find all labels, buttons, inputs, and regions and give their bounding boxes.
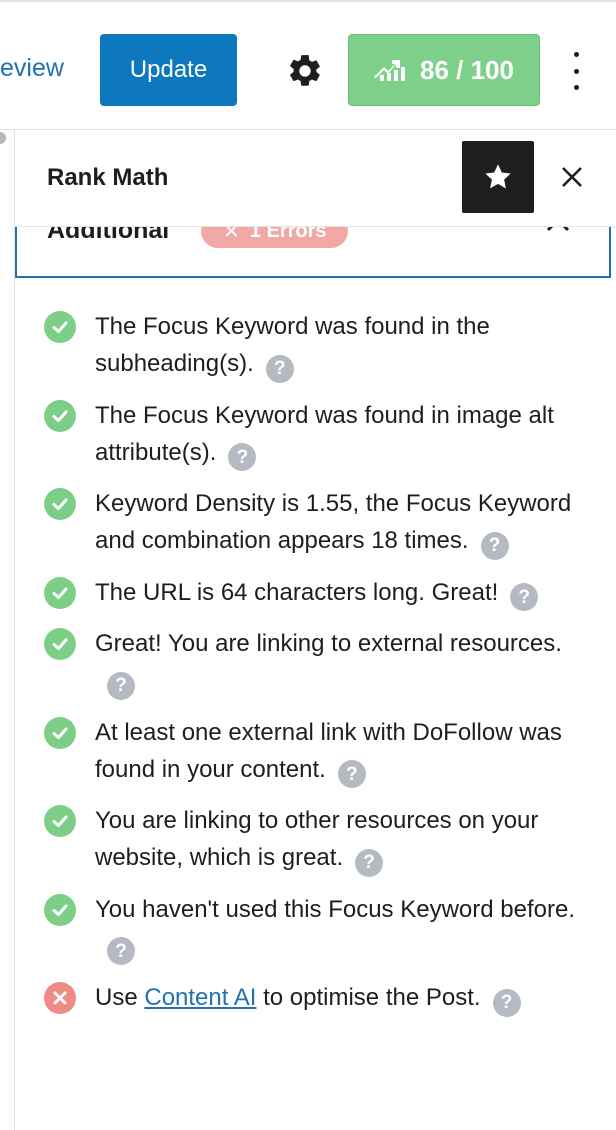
additional-section-header[interactable]: Additional ✕ 1 Errors bbox=[15, 226, 611, 278]
x-icon: ✕ bbox=[223, 226, 240, 243]
list-item: Keyword Density is 1.55, the Focus Keywo… bbox=[44, 485, 584, 560]
check-icon bbox=[44, 311, 76, 343]
check-text: You are linking to other resources on yo… bbox=[95, 807, 539, 871]
help-icon[interactable]: ? bbox=[492, 988, 521, 1017]
panel-title: Rank Math bbox=[47, 164, 169, 191]
help-icon[interactable]: ? bbox=[480, 531, 509, 560]
list-item: Use Content AI to optimise the Post.? bbox=[44, 979, 584, 1017]
check-text: You haven't used this Focus Keyword befo… bbox=[95, 895, 575, 923]
preview-link[interactable]: eview bbox=[0, 54, 64, 83]
update-button[interactable]: Update bbox=[100, 34, 237, 106]
help-icon[interactable]: ? bbox=[107, 937, 135, 965]
gear-icon[interactable] bbox=[286, 52, 324, 90]
list-item: The URL is 64 characters long. Great!? bbox=[44, 574, 584, 611]
editor-edge bbox=[0, 130, 15, 1130]
score-label: 86 / 100 bbox=[420, 54, 514, 85]
errors-badge: ✕ 1 Errors bbox=[201, 226, 349, 248]
star-button[interactable] bbox=[462, 141, 534, 213]
editor-toolbar: eview Update 86 / 100 bbox=[0, 0, 616, 130]
list-item: Great! You are linking to external resou… bbox=[44, 625, 584, 700]
check-icon bbox=[44, 488, 76, 520]
check-text: The Focus Keyword was found in image alt… bbox=[95, 401, 554, 466]
check-icon bbox=[44, 893, 76, 926]
check-text-suffix: to optimise the Post. bbox=[256, 984, 481, 1011]
kebab-menu-icon[interactable] bbox=[566, 52, 586, 90]
close-button[interactable] bbox=[553, 158, 591, 196]
check-text: Great! You are linking to external resou… bbox=[95, 630, 562, 657]
list-item: You are linking to other resources on yo… bbox=[44, 802, 584, 877]
help-icon[interactable]: ? bbox=[355, 848, 384, 877]
check-icon bbox=[44, 716, 76, 749]
chevron-up-icon[interactable] bbox=[543, 226, 573, 240]
check-icon bbox=[44, 805, 76, 837]
content-ai-link[interactable]: Content AI bbox=[144, 984, 256, 1011]
section-title: Additional bbox=[47, 226, 170, 244]
help-icon[interactable]: ? bbox=[107, 671, 135, 700]
check-text: The URL is 64 characters long. Great! bbox=[95, 578, 499, 606]
check-icon bbox=[44, 628, 76, 660]
check-icon bbox=[44, 576, 76, 609]
rank-score-icon bbox=[374, 60, 405, 81]
help-icon[interactable]: ? bbox=[510, 583, 539, 611]
list-item: At least one external link with DoFollow… bbox=[44, 714, 584, 788]
errors-label: 1 Errors bbox=[249, 226, 327, 242]
help-icon[interactable]: ? bbox=[228, 443, 257, 471]
sidebar-header: Rank Math bbox=[15, 130, 616, 227]
check-text: At least one external link with DoFollow… bbox=[95, 718, 562, 783]
check-text-prefix: Use bbox=[95, 984, 145, 1011]
list-item: You haven't used this Focus Keyword befo… bbox=[44, 891, 584, 965]
help-icon[interactable]: ? bbox=[337, 760, 366, 788]
rank-math-score-button[interactable]: 86 / 100 bbox=[348, 34, 540, 106]
list-item: The Focus Keyword was found in image alt… bbox=[44, 397, 584, 471]
list-item: The Focus Keyword was found in the subhe… bbox=[44, 308, 584, 383]
seo-checklist: The Focus Keyword was found in the subhe… bbox=[44, 308, 584, 1031]
x-icon bbox=[44, 982, 76, 1014]
check-icon bbox=[44, 399, 76, 432]
star-icon bbox=[485, 164, 511, 189]
close-icon bbox=[562, 167, 582, 187]
help-icon[interactable]: ? bbox=[265, 354, 294, 383]
